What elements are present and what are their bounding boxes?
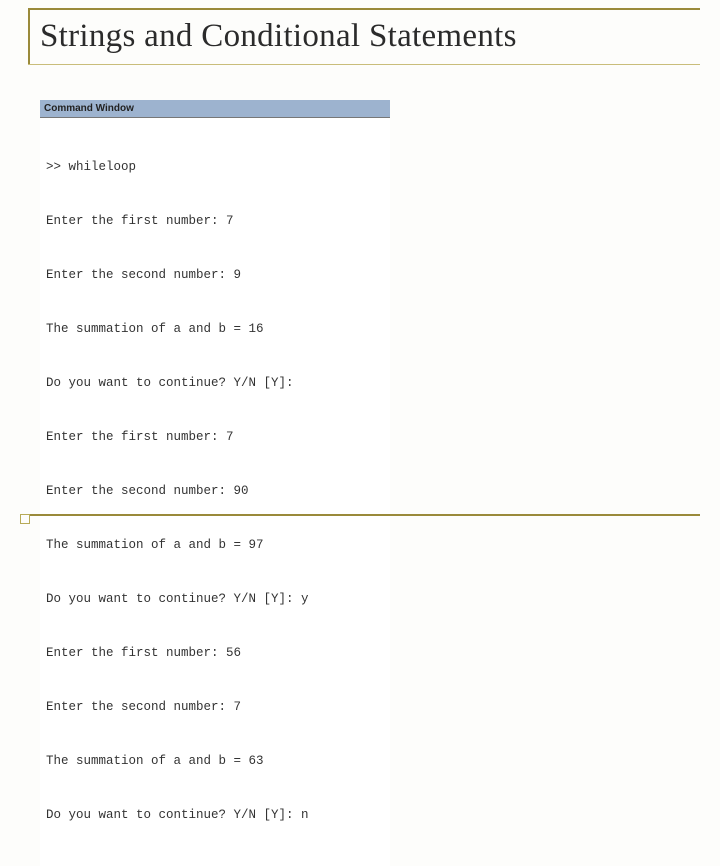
terminal-line: The summation of a and b = 63: [46, 752, 384, 770]
page-title: Strings and Conditional Statements: [28, 10, 700, 61]
terminal-line: The summation of a and b = 16: [46, 320, 384, 338]
left-rule: [28, 10, 30, 64]
terminal-line: Do you want to continue? Y/N [Y]: y: [46, 590, 384, 608]
terminal-line: Enter the second number: 9: [46, 266, 384, 284]
terminal-line: Enter the first number: 7: [46, 428, 384, 446]
command-window-titlebar: Command Window: [40, 100, 390, 118]
command-window-body: >> whileloop Enter the first number: 7 E…: [40, 118, 390, 866]
terminal-line: >> whileloop: [46, 158, 384, 176]
content-area: Command Window >> whileloop Enter the fi…: [40, 100, 390, 866]
terminal-line: Do you want to continue? Y/N [Y]: n: [46, 806, 384, 824]
slide-frame: Strings and Conditional Statements Comma…: [28, 8, 700, 516]
title-underline: [28, 64, 700, 65]
terminal-line: Enter the second number: 7: [46, 698, 384, 716]
corner-decor-icon: [20, 514, 30, 524]
terminal-line: Enter the first number: 56: [46, 644, 384, 662]
terminal-line: Do you want to continue? Y/N [Y]:: [46, 374, 384, 392]
terminal-line: The summation of a and b = 97: [46, 536, 384, 554]
terminal-line: Enter the second number: 90: [46, 482, 384, 500]
bottom-rule: [28, 514, 700, 516]
terminal-line: Enter the first number: 7: [46, 212, 384, 230]
